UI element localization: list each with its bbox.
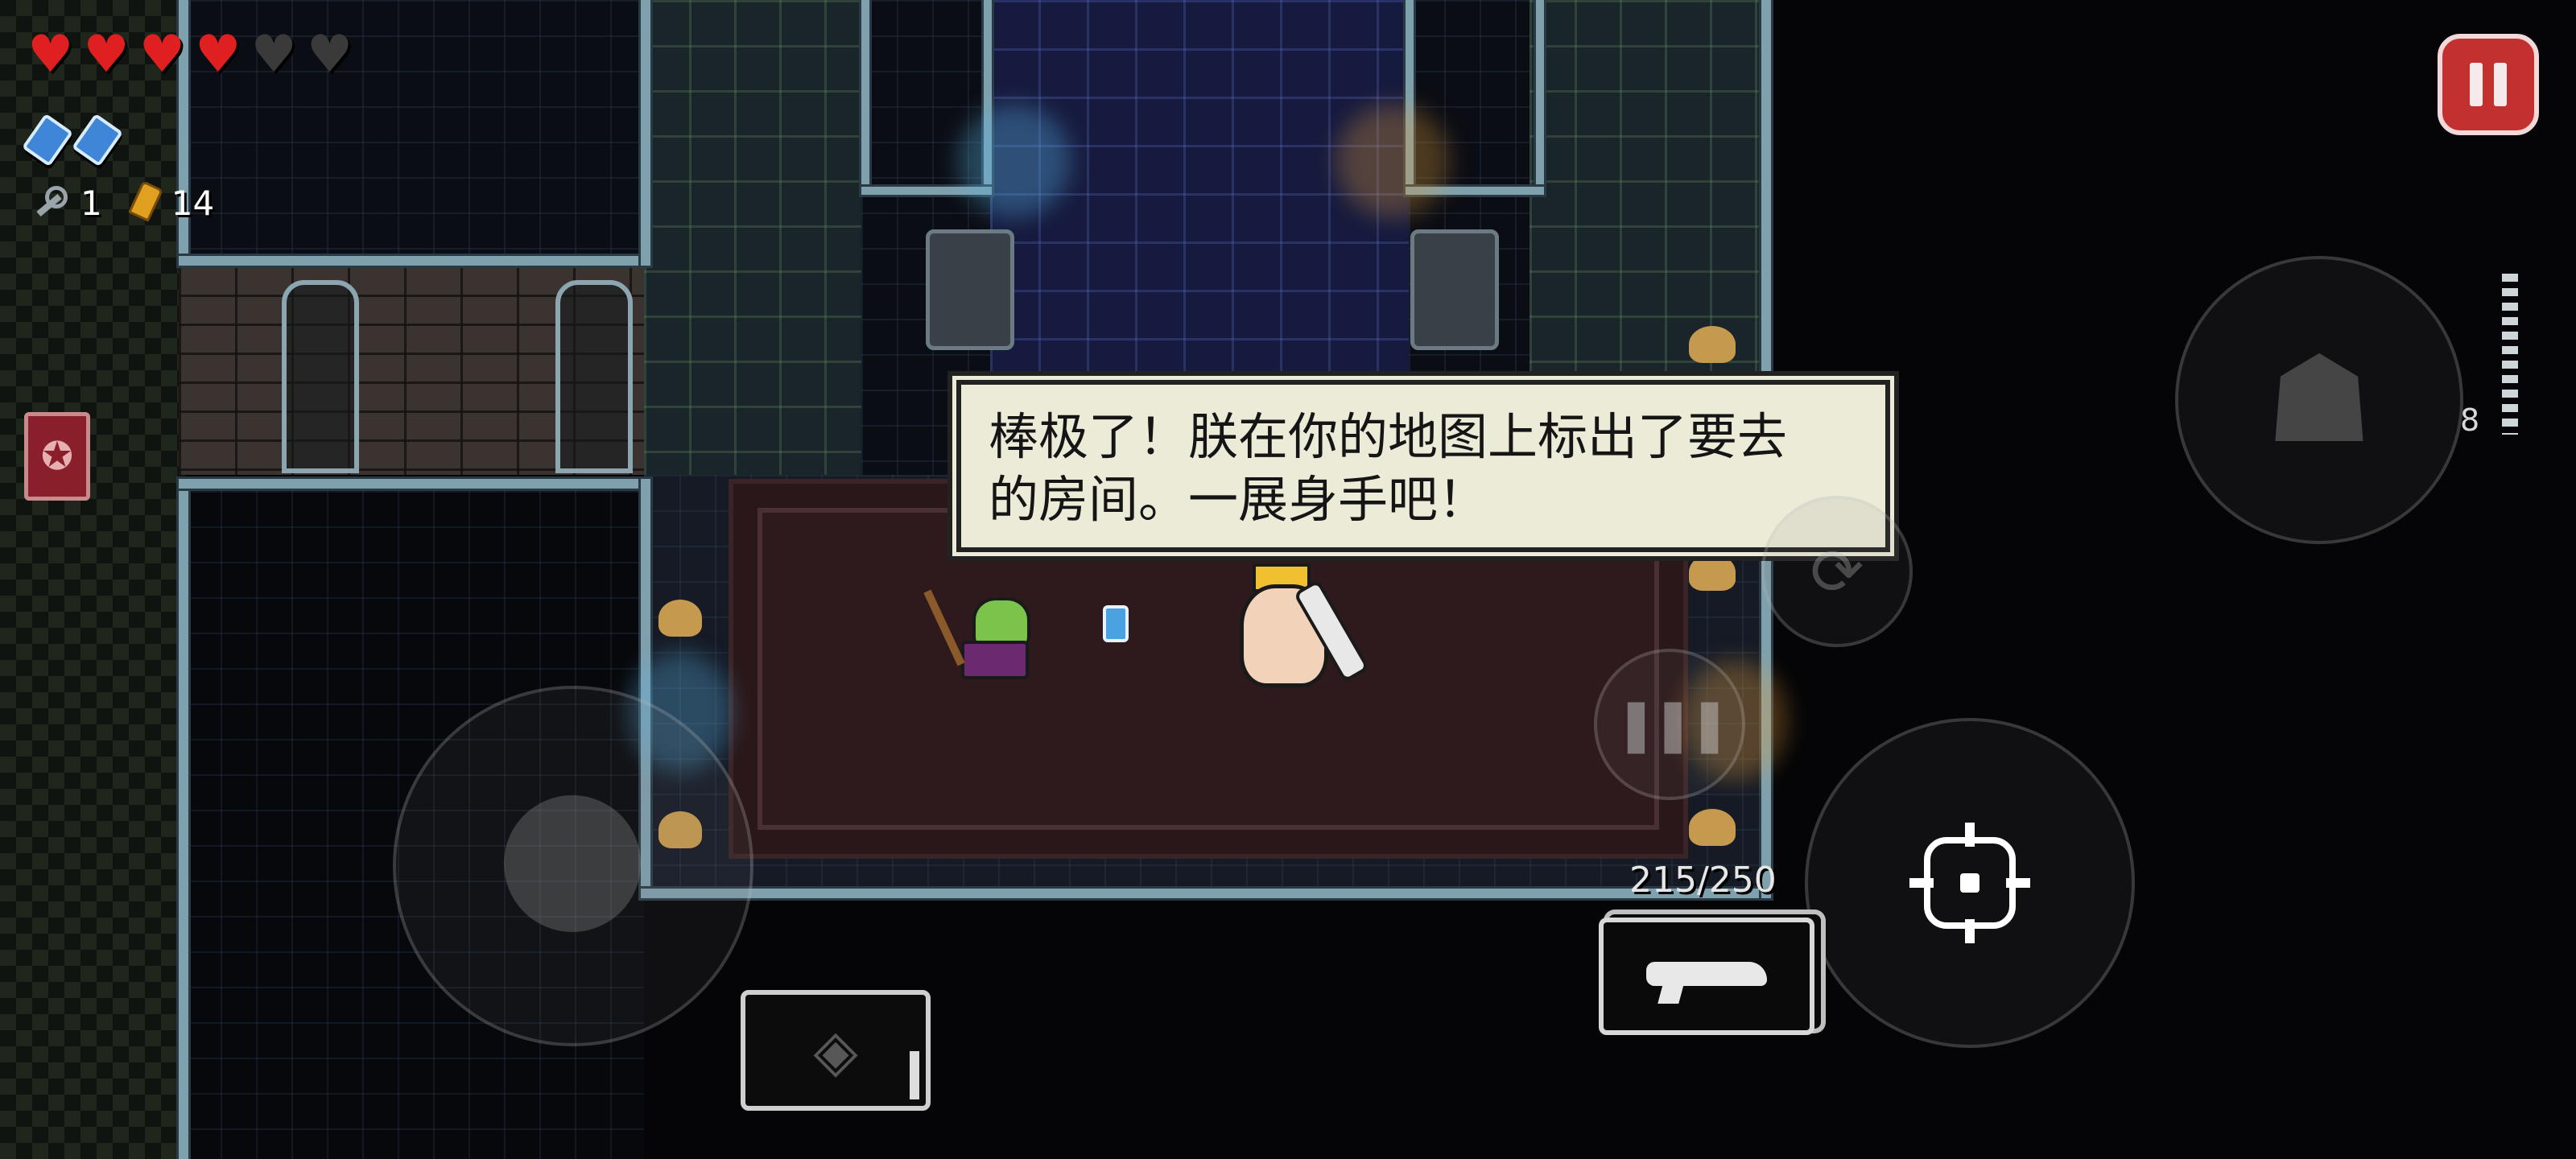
resources-row: 1 14	[32, 182, 214, 224]
statue-right	[1410, 229, 1499, 350]
crosshair-icon	[1909, 823, 2030, 943]
active-item-charge	[910, 1051, 919, 1099]
pause-button[interactable]	[2438, 34, 2539, 135]
clip-ammo-count: 8	[2460, 402, 2480, 438]
ghost-icon: ☗	[2264, 330, 2374, 470]
blank-use-button[interactable]: ☗	[2175, 256, 2463, 544]
heart-full-icon: ♥	[195, 25, 242, 85]
ammo-clip-indicator	[2502, 274, 2518, 435]
dodge-roll-button[interactable]: ⟳	[1761, 496, 1913, 647]
goblin-npc	[923, 588, 1030, 679]
throne-room-side-left	[644, 0, 861, 483]
king-npc	[1224, 563, 1370, 687]
doorway-left	[282, 280, 359, 473]
doorway-right	[555, 280, 633, 473]
wall-corridor-bottom	[179, 479, 646, 489]
skull-sconce-4	[658, 600, 702, 637]
health-hearts: ♥ ♥ ♥ ♥ ♥ ♥	[27, 29, 353, 80]
equipped-gun-card[interactable]	[1599, 918, 1814, 1035]
wall-room-bottom	[641, 889, 1771, 898]
interact-button[interactable]: ❚❚❚	[1594, 649, 1745, 800]
dodge-icon: ⟳	[1810, 534, 1864, 609]
heart-full-icon: ♥	[27, 25, 74, 85]
pause-icon-bar	[2494, 63, 2507, 106]
shell-count: 14	[171, 183, 215, 223]
gun-ammo-count: 215/250	[1629, 860, 1777, 901]
active-item-slot[interactable]: ◈	[741, 990, 931, 1111]
heart-full-icon: ♥	[83, 25, 130, 85]
joystick-knob[interactable]	[504, 795, 641, 932]
gun-icon	[1646, 954, 1767, 999]
goblin-robe	[961, 641, 1029, 679]
heart-full-icon: ♥	[138, 25, 186, 85]
wall-left-bottom	[179, 479, 188, 1159]
key-count: 1	[80, 183, 102, 223]
heart-empty-icon: ♥	[250, 25, 297, 85]
book-icon: ✪	[40, 434, 74, 479]
torch-glow-orange-top	[1336, 105, 1449, 217]
skull-sconce-3	[1689, 809, 1736, 846]
game-viewport	[0, 0, 2576, 1159]
skull-sconce-2	[1689, 554, 1736, 591]
key-icon	[32, 184, 69, 221]
npc-dialog-box[interactable]: 棒极了！朕在你的地图上标出了要去 的房间。一展身手吧！	[952, 376, 1894, 556]
wall-room-left-top	[641, 0, 650, 266]
heart-empty-icon: ♥	[306, 25, 353, 85]
pillar-right-b	[1536, 0, 1544, 193]
left-corridor-floor	[0, 0, 185, 1159]
pause-icon	[2470, 63, 2483, 106]
wall-corridor-top	[179, 256, 646, 266]
torch-glow-blue-top	[958, 105, 1071, 217]
skull-sconce-1	[1689, 326, 1736, 363]
dialog-text: 棒极了！朕在你的地图上标出了要去 的房间。一展身手吧！	[989, 407, 1788, 529]
active-item-icon: ◈	[813, 1017, 858, 1084]
shell-currency-icon	[128, 182, 160, 224]
statue-left	[926, 229, 1014, 350]
blue-flask	[1103, 605, 1129, 642]
blanks-row	[21, 113, 124, 167]
pillar-left-a	[861, 0, 869, 193]
fire-aim-button[interactable]	[1805, 718, 2135, 1048]
speech-bubble-icon: ❚❚❚	[1614, 695, 1732, 754]
passive-item-book[interactable]: ✪	[24, 412, 90, 501]
